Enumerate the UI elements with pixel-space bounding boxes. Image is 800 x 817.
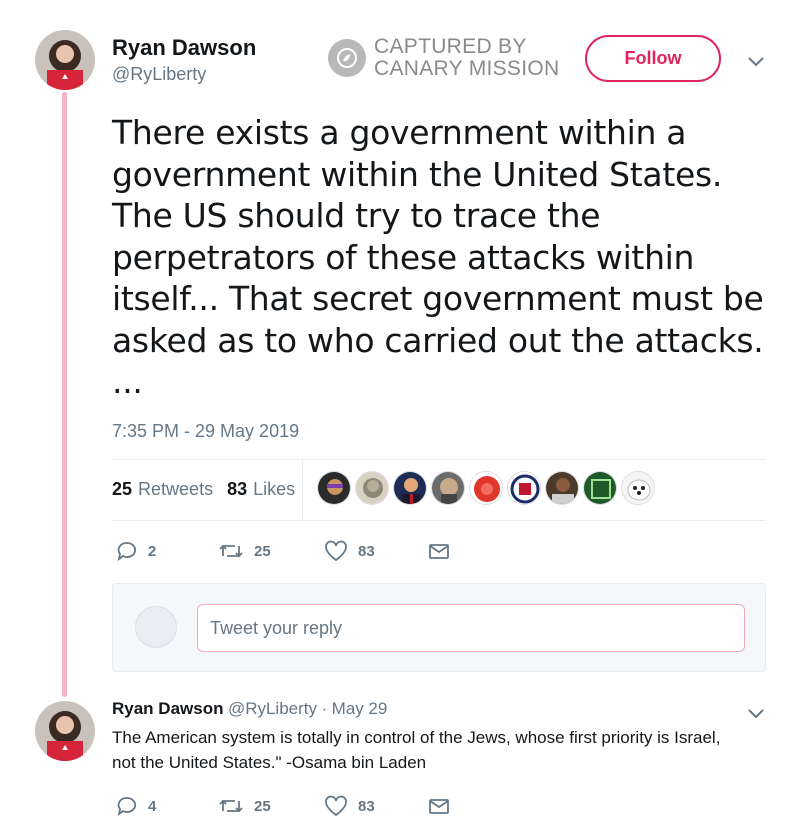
- author-handle[interactable]: @RyLiberty: [112, 64, 206, 85]
- liker-avatar[interactable]: [545, 471, 579, 505]
- reply-icon: [117, 542, 136, 562]
- retweet-count: 25: [254, 542, 271, 560]
- like-count: 83: [358, 542, 375, 560]
- like-count: 83: [358, 797, 375, 815]
- reply-tweet-text: The American system is totally in contro…: [112, 728, 721, 772]
- liker-avatar[interactable]: [621, 471, 655, 505]
- author-name[interactable]: Ryan Dawson: [112, 35, 256, 61]
- watermark-line1: CAPTURED BY: [374, 35, 527, 58]
- reply-button[interactable]: 4: [116, 795, 156, 817]
- tweet-stats: 25 Retweets 83 Likes: [112, 479, 309, 500]
- divider: [112, 459, 766, 460]
- divider: [112, 520, 766, 521]
- chevron-down-icon[interactable]: [745, 50, 767, 72]
- stats-separator: [302, 460, 303, 520]
- reply-separator: ·: [321, 699, 328, 718]
- reply-tweet-header: Ryan Dawson @RyLiberty · May 29: [112, 699, 387, 719]
- reply-button[interactable]: 2: [116, 540, 156, 562]
- watermark: CAPTURED BY CANARY MISSION: [328, 36, 559, 80]
- liker-avatar[interactable]: [431, 471, 465, 505]
- like-button[interactable]: 83: [324, 540, 375, 562]
- likes-stat[interactable]: 83 Likes: [227, 479, 295, 500]
- reply-count: 4: [148, 797, 157, 815]
- retweets-stat[interactable]: 25 Retweets: [112, 479, 213, 500]
- reply-author-name[interactable]: Ryan Dawson: [112, 699, 223, 718]
- likes-count: 83: [227, 479, 248, 499]
- reply-input[interactable]: [197, 604, 745, 652]
- retweet-icon: [219, 799, 243, 813]
- retweet-count: 25: [254, 797, 271, 815]
- watermark-line2: CANARY MISSION: [374, 57, 560, 80]
- reply-avatar: [135, 606, 177, 648]
- canary-logo-icon: [328, 39, 366, 77]
- reply-date[interactable]: May 29: [332, 699, 388, 718]
- reply-box: [112, 583, 766, 672]
- retweets-count: 25: [112, 479, 133, 499]
- liker-avatar[interactable]: [469, 471, 503, 505]
- retweet-button[interactable]: 25: [218, 795, 271, 817]
- retweet-button[interactable]: 25: [218, 540, 271, 562]
- reply-author-avatar[interactable]: [35, 701, 95, 761]
- likers-avatars: [317, 471, 659, 505]
- avatar[interactable]: [35, 30, 95, 90]
- liker-avatar[interactable]: [393, 471, 427, 505]
- like-icon: [325, 540, 347, 562]
- message-icon: [429, 799, 449, 814]
- reply-author-handle[interactable]: @RyLiberty: [228, 699, 317, 718]
- reply-count: 2: [148, 542, 157, 560]
- liker-avatar[interactable]: [507, 471, 541, 505]
- follow-button[interactable]: Follow: [585, 35, 721, 82]
- message-icon: [429, 544, 449, 559]
- retweets-label: Retweets: [138, 479, 214, 499]
- retweet-icon: [219, 544, 243, 558]
- chevron-down-icon[interactable]: [745, 702, 767, 724]
- liker-avatar[interactable]: [355, 471, 389, 505]
- likes-label: Likes: [253, 479, 296, 499]
- liker-avatar[interactable]: [317, 471, 351, 505]
- message-button[interactable]: [428, 540, 460, 562]
- like-button[interactable]: 83: [324, 795, 375, 817]
- like-icon: [325, 795, 347, 817]
- reply-icon: [117, 797, 136, 817]
- tweet-timestamp[interactable]: 7:35 PM - 29 May 2019: [112, 421, 299, 442]
- message-button[interactable]: [428, 795, 460, 817]
- liker-avatar[interactable]: [583, 471, 617, 505]
- thread-line: [62, 92, 67, 697]
- tweet-text: There exists a government within a gover…: [112, 113, 764, 401]
